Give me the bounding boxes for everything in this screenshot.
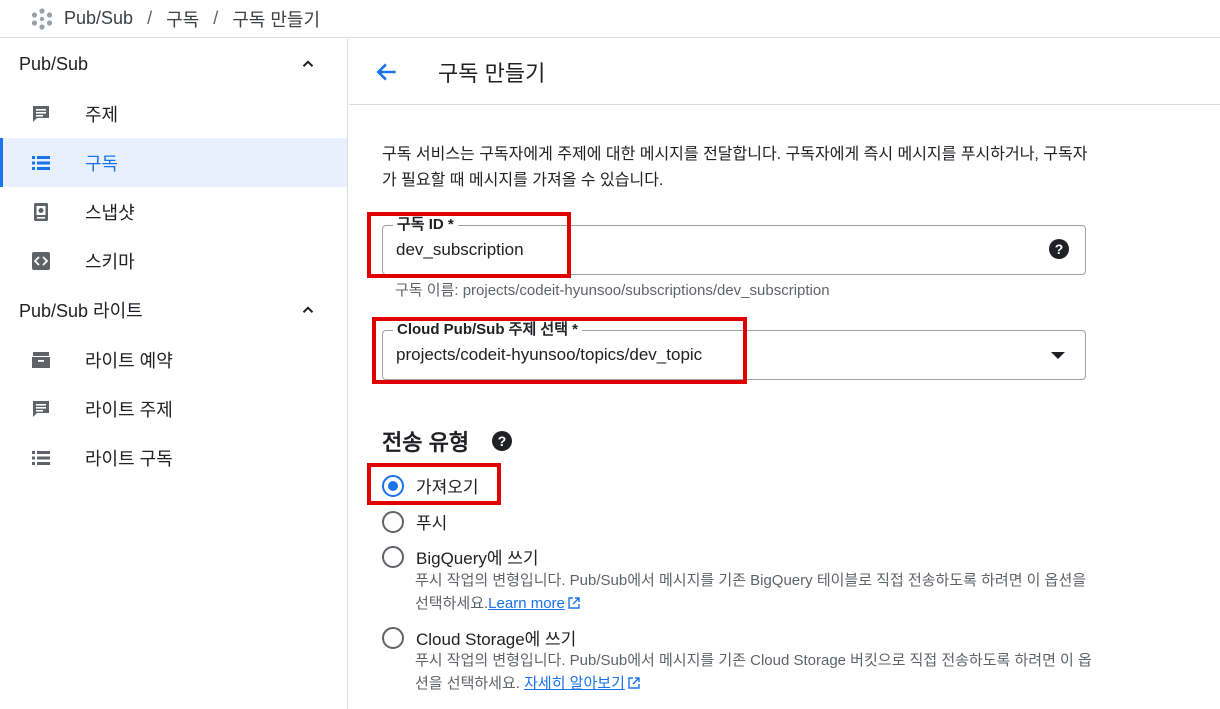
sidebar-section-pubsub-lite[interactable]: Pub/Sub 라이트 bbox=[0, 285, 347, 335]
radio-label: BigQuery에 쓰기 bbox=[416, 549, 539, 568]
breadcrumb-pubsub[interactable]: Pub/Sub bbox=[64, 8, 133, 29]
breadcrumb-create-subscription: 구독 만들기 bbox=[232, 9, 321, 30]
option-description: 푸시 작업의 변형입니다. Pub/Sub에서 메시지를 기존 Cloud St… bbox=[415, 652, 1092, 692]
annotation-box-topic bbox=[372, 317, 747, 384]
sidebar-item-label: 라이트 예약 bbox=[85, 350, 173, 371]
bigquery-description: 푸시 작업의 변형입니다. Pub/Sub에서 메시지를 기존 BigQuery… bbox=[415, 569, 1095, 615]
subscription-name-hint: 구독 이름: projects/codeit-hyunsoo/subscript… bbox=[395, 282, 830, 299]
sidebar-item-lite-topics[interactable]: 라이트 주제 bbox=[0, 384, 347, 433]
list-icon bbox=[31, 153, 51, 173]
pubsub-logo-icon bbox=[31, 7, 53, 30]
sidebar-section-title: Pub/Sub bbox=[19, 53, 89, 74]
breadcrumb-separator: / bbox=[213, 8, 219, 28]
sidebar-section-pubsub[interactable]: Pub/Sub bbox=[0, 39, 347, 89]
sidebar-item-label: 구독 bbox=[85, 153, 119, 174]
radio-button[interactable] bbox=[382, 626, 404, 649]
learn-more-link-text: Learn more bbox=[488, 595, 565, 612]
radio-bigquery[interactable]: BigQuery에 쓰기 bbox=[382, 544, 539, 569]
radio-button[interactable] bbox=[382, 545, 404, 568]
page-description: 구독 서비스는 구독자에게 주제에 대한 메시지를 전달합니다. 구독자에게 즉… bbox=[382, 146, 1088, 189]
page-header: 구독 만들기 bbox=[349, 39, 1220, 105]
page-title: 구독 만들기 bbox=[438, 60, 546, 86]
back-arrow-icon[interactable] bbox=[374, 58, 402, 86]
cloud-storage-description: 푸시 작업의 변형입니다. Pub/Sub에서 메시지를 기존 Cloud St… bbox=[415, 649, 1095, 695]
sidebar-item-topics[interactable]: 주제 bbox=[0, 89, 347, 138]
top-bar: Pub/Sub / 구독 / 구독 만들기 bbox=[0, 0, 1220, 38]
sidebar-item-lite-reservations[interactable]: 라이트 예약 bbox=[0, 335, 347, 384]
sidebar-item-label: 스냅샷 bbox=[85, 202, 135, 223]
snapshot-icon bbox=[31, 202, 51, 222]
radio-label: Cloud Storage에 쓰기 bbox=[416, 630, 577, 649]
radio-label: 푸시 bbox=[416, 514, 448, 533]
chevron-up-icon bbox=[302, 306, 314, 313]
sidebar-item-snapshots[interactable]: 스냅샷 bbox=[0, 187, 347, 236]
message-icon bbox=[31, 104, 51, 124]
sidebar-item-label: 스키마 bbox=[85, 251, 135, 272]
help-icon[interactable]: ? bbox=[492, 431, 512, 451]
learn-more-link[interactable]: Learn more bbox=[488, 595, 580, 612]
breadcrumb-separator: / bbox=[147, 8, 153, 28]
sidebar-item-lite-subscriptions[interactable]: 라이트 구독 bbox=[0, 433, 347, 482]
annotation-box-subscription-id bbox=[367, 212, 571, 278]
sidebar-section-title: Pub/Sub 라이트 bbox=[19, 301, 143, 321]
dropdown-arrow-icon[interactable] bbox=[1051, 352, 1065, 359]
sidebar-item-subscriptions[interactable]: 구독 bbox=[0, 138, 347, 187]
help-icon[interactable]: ? bbox=[1049, 239, 1069, 259]
message-icon bbox=[31, 399, 51, 419]
chevron-up-icon bbox=[302, 60, 314, 67]
sidebar-item-schemas[interactable]: 스키마 bbox=[0, 236, 347, 285]
radio-cloud-storage[interactable]: Cloud Storage에 쓰기 bbox=[382, 625, 576, 650]
learn-more-link[interactable]: 자세히 알아보기 bbox=[524, 675, 640, 692]
breadcrumb-subscriptions[interactable]: 구독 bbox=[166, 6, 199, 32]
sidebar-item-label: 라이트 주제 bbox=[85, 399, 173, 420]
list-icon bbox=[31, 448, 51, 468]
delivery-type-title: 전송 유형 bbox=[382, 430, 470, 455]
radio-button[interactable] bbox=[382, 510, 404, 533]
annotation-box-pull-option bbox=[367, 463, 501, 505]
sidebar: Pub/Sub 주제 구독 스냅샷 스키마 Pub/Sub 라이트 라이트 예약 bbox=[0, 39, 348, 709]
reservation-icon bbox=[31, 350, 51, 370]
learn-more-link-text: 자세히 알아보기 bbox=[524, 675, 625, 692]
schema-icon bbox=[31, 251, 51, 271]
radio-push[interactable]: 푸시 bbox=[382, 509, 447, 534]
sidebar-item-label: 주제 bbox=[85, 104, 119, 125]
external-link-icon bbox=[628, 677, 640, 689]
external-link-icon bbox=[568, 597, 580, 609]
sidebar-item-label: 라이트 구독 bbox=[85, 448, 173, 469]
